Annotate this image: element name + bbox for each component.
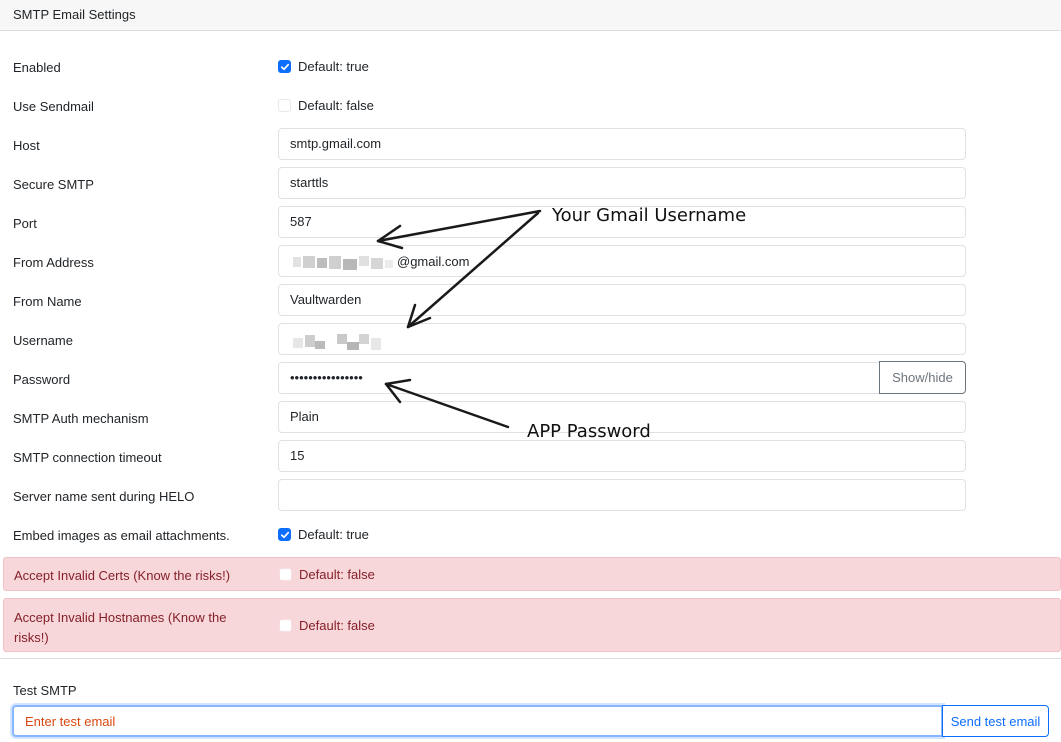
redacted-text [293,254,393,270]
annotation-app-password: APP Password [527,421,651,442]
redacted-text [293,332,393,350]
username-input[interactable] [278,323,966,355]
from-name-row: From Name Vaultwarden [0,284,1061,316]
from-name-input[interactable]: Vaultwarden [278,284,966,316]
use-sendmail-checkbox[interactable] [278,99,291,112]
use-sendmail-default-text: Default: false [298,98,374,113]
embed-images-checkbox-wrap[interactable]: Default: true [278,527,369,542]
password-label: Password [13,372,71,387]
use-sendmail-label: Use Sendmail [13,99,94,114]
section-header: SMTP Email Settings [0,0,1061,31]
accept-invalid-hostnames-checkbox-wrap[interactable]: Default: false [279,618,375,633]
accept-invalid-certs-default-text: Default: false [299,567,375,582]
helo-row: Server name sent during HELO [0,479,1061,511]
show-hide-button[interactable]: Show/hide [879,361,966,394]
enabled-checkbox[interactable] [278,60,291,73]
helo-input[interactable] [278,479,966,511]
port-row: Port 587 [0,206,1061,238]
secure-smtp-row: Secure SMTP starttls [0,167,1061,199]
secure-smtp-label: Secure SMTP [13,177,94,192]
accept-invalid-hostnames-checkbox[interactable] [279,619,292,632]
from-address-input[interactable]: @gmail.com [278,245,966,277]
enabled-default-text: Default: true [298,59,369,74]
timeout-label: SMTP connection timeout [13,450,162,465]
auth-mechanism-label: SMTP Auth mechanism [13,411,149,426]
enabled-label: Enabled [13,60,61,75]
enabled-row: Enabled Default: true [0,57,1061,77]
timeout-input[interactable]: 15 [278,440,966,472]
accept-invalid-hostnames-label: Accept Invalid Hostnames (Know the risks… [14,610,227,645]
accept-invalid-certs-label: Accept Invalid Certs (Know the risks!) [14,568,231,583]
smtp-settings-page: SMTP Email Settings Enabled Default: tru… [0,0,1061,742]
annotation-gmail-username: Your Gmail Username [552,205,747,226]
accept-invalid-certs-checkbox[interactable] [279,568,292,581]
host-input[interactable]: smtp.gmail.com [278,128,966,160]
from-address-row: From Address @gmail.com [0,245,1061,277]
host-row: Host smtp.gmail.com [0,128,1061,160]
send-test-email-button[interactable]: Send test email [942,705,1049,737]
from-address-suffix: @gmail.com [397,254,470,269]
test-smtp-section: Test SMTP Enter test email Send test ema… [0,658,1061,742]
username-label: Username [13,333,73,348]
use-sendmail-checkbox-wrap[interactable]: Default: false [278,98,374,113]
checkmark-icon [280,63,289,70]
test-email-input[interactable]: Enter test email [12,705,943,737]
username-row: Username [0,323,1061,355]
from-name-label: From Name [13,294,82,309]
embed-images-row: Embed images as email attachments. Defau… [0,525,1061,545]
port-label: Port [13,216,37,231]
test-smtp-label: Test SMTP [13,683,77,698]
accept-invalid-hostnames-row: Accept Invalid Hostnames (Know the risks… [3,598,1061,652]
password-input[interactable]: •••••••••••••••• [278,362,880,394]
from-address-label: From Address [13,255,94,270]
embed-images-default-text: Default: true [298,527,369,542]
accept-invalid-hostnames-default-text: Default: false [299,618,375,633]
secure-smtp-input[interactable]: starttls [278,167,966,199]
checkmark-icon [280,531,289,538]
embed-images-label: Embed images as email attachments. [13,528,230,543]
embed-images-checkbox[interactable] [278,528,291,541]
accept-invalid-certs-checkbox-wrap[interactable]: Default: false [279,567,375,582]
enabled-checkbox-wrap[interactable]: Default: true [278,59,369,74]
helo-label: Server name sent during HELO [13,489,195,504]
host-label: Host [13,138,40,153]
accept-invalid-certs-row: Accept Invalid Certs (Know the risks!) D… [3,557,1061,591]
use-sendmail-row: Use Sendmail Default: false [0,96,1061,116]
timeout-row: SMTP connection timeout 15 [0,440,1061,472]
